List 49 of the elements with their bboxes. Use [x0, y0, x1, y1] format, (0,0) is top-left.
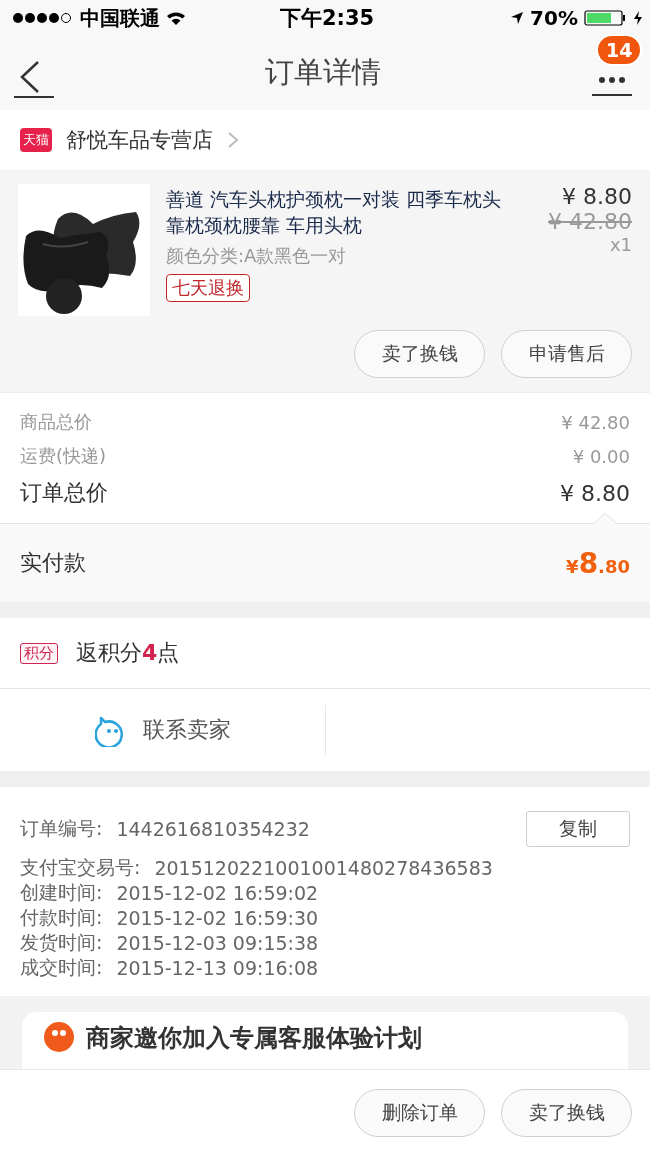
- points-text: 返积分4点: [76, 639, 180, 667]
- page-title: 订单详情: [265, 54, 381, 91]
- action-button[interactable]: 卖了换钱: [501, 1089, 632, 1137]
- info-label: 付款时间:: [20, 904, 103, 930]
- total-label: 订单总价: [20, 479, 108, 507]
- carrier-name: 中国联通: [80, 4, 160, 32]
- total-label: 商品总价: [20, 410, 92, 434]
- info-label: 创建时间:: [20, 879, 103, 905]
- battery-icon: [584, 9, 628, 27]
- copy-button[interactable]: 复制: [526, 811, 630, 847]
- battery-percent: 70%: [530, 6, 578, 30]
- info-label: 成交时间:: [20, 954, 103, 980]
- total-value: ¥ 0.00: [572, 445, 630, 467]
- points-tag: 积分: [20, 642, 58, 664]
- signal-icon: [12, 12, 74, 24]
- back-icon[interactable]: [14, 58, 54, 98]
- total-value: ¥ 42.80: [561, 411, 630, 433]
- info-label: 支付宝交易号:: [20, 854, 141, 880]
- people-icon: [44, 1022, 74, 1052]
- store-name[interactable]: 舒悦车品专营店: [66, 126, 213, 154]
- charging-icon: [634, 11, 642, 25]
- info-value: 2015-12-02 16:59:02: [116, 881, 319, 904]
- quantity: x1: [609, 234, 632, 255]
- info-value: 2015-12-02 16:59:30: [116, 906, 319, 929]
- return-policy-tag: 七天退换: [166, 274, 250, 302]
- action-button[interactable]: 删除订单: [354, 1089, 485, 1137]
- total-value: ¥ 8.80: [560, 480, 630, 506]
- store-tag: 天猫: [20, 128, 52, 152]
- unit-price: ¥ 8.80: [562, 184, 632, 209]
- wifi-icon: [166, 11, 186, 25]
- info-value: 2015-12-13 09:16:08: [116, 956, 319, 979]
- action-button[interactable]: 申请售后: [501, 330, 632, 378]
- location-arrow-icon: [510, 11, 525, 25]
- original-price: ¥ 42.80: [548, 209, 632, 234]
- info-label: 订单编号:: [20, 816, 103, 841]
- promo-card[interactable]: 商家邀你加入专属客服体验计划: [22, 1012, 628, 1069]
- promo-title: 商家邀你加入专属客服体验计划: [86, 1023, 422, 1054]
- clock-time: 下午2:35: [279, 5, 375, 32]
- info-value: 1442616810354232: [116, 818, 310, 840]
- paid-amount: ¥8.80: [566, 546, 630, 580]
- info-label: 发货时间:: [20, 929, 103, 955]
- product-variant: 颜色分类:A款黑色一对: [166, 244, 347, 268]
- info-value: 2015120221001001480278436583: [154, 856, 493, 879]
- total-label: 运费(快递): [20, 444, 107, 468]
- product-title[interactable]: 善道 汽车头枕护颈枕一对装 四季车枕头靠枕颈枕腰靠 车用头枕: [166, 184, 516, 238]
- notification-badge: 14: [596, 34, 643, 66]
- action-button[interactable]: 卖了换钱: [354, 330, 485, 378]
- info-value: 2015-12-03 09:15:38: [116, 931, 319, 954]
- paid-label: 实付款: [20, 549, 86, 577]
